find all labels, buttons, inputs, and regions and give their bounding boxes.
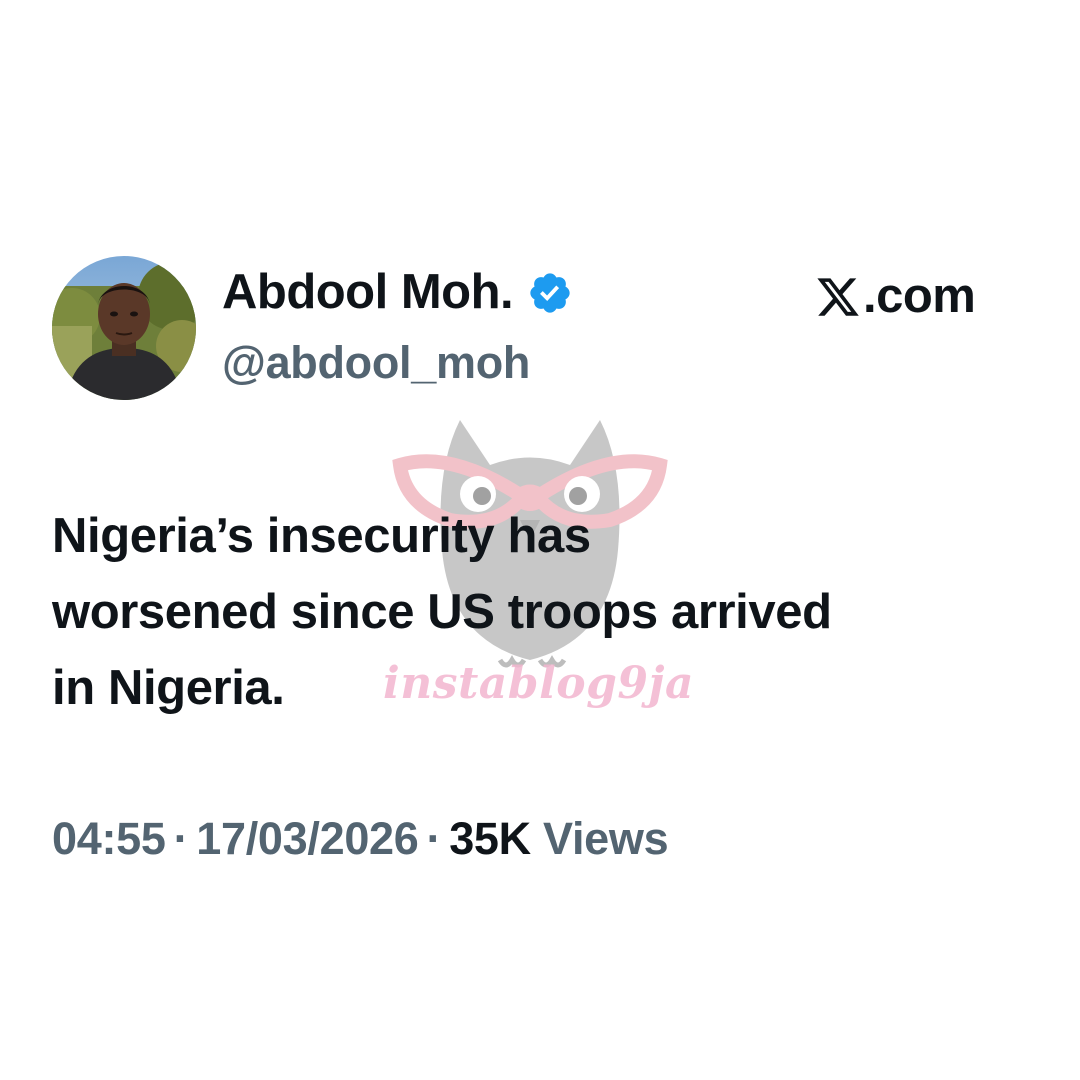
tweet-date[interactable]: 17/03/2026 (196, 816, 419, 861)
avatar[interactable] (52, 256, 196, 400)
views-label: Views (530, 813, 669, 864)
author-handle[interactable]: @abdool_moh (222, 340, 530, 385)
meta-separator: · (173, 813, 189, 864)
meta-separator: · (426, 813, 442, 864)
author-name-row: Abdool Moh. (222, 268, 573, 317)
brand-text: .com (863, 269, 976, 323)
display-name[interactable]: Abdool Moh. (222, 268, 514, 317)
views-count[interactable]: 35K (449, 816, 531, 861)
tweet-time[interactable]: 04:55 (52, 816, 166, 861)
avatar-photo (52, 256, 196, 400)
tweet-card: Abdool Moh. @abdool_moh .com instablog9j… (0, 0, 1080, 1080)
tweet-meta: 04:55 · 17/03/2026 · 35K Views (52, 813, 669, 864)
brand-label: .com (815, 269, 976, 323)
x-logo-icon (817, 277, 859, 316)
tweet-text: Nigeria’s insecurity has worsened since … (52, 509, 832, 715)
verified-badge-icon (530, 272, 570, 313)
